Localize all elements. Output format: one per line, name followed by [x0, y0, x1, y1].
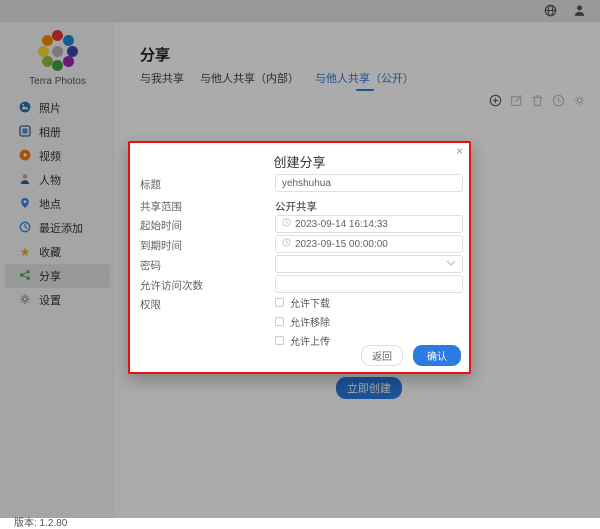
clock-icon — [282, 218, 291, 230]
expire-time-value: 2023-09-15 00:00:00 — [295, 239, 388, 250]
password-select[interactable] — [275, 255, 463, 273]
start-time-label: 起始时间 — [140, 218, 182, 233]
title-field-label: 标题 — [140, 177, 161, 192]
allow-download-label: 允许下载 — [290, 295, 330, 310]
expire-time-label: 到期时间 — [140, 238, 182, 253]
allow-upload-label: 允许上传 — [290, 333, 330, 348]
dialog-title: 创建分享 — [130, 152, 469, 171]
back-button[interactable]: 返回 — [361, 345, 403, 366]
create-share-dialog: × 创建分享 标题 共享范围 公开共享 起始时间 2023-09-14 16:1… — [128, 141, 471, 374]
close-icon[interactable]: × — [456, 144, 463, 158]
start-time-input[interactable]: 2023-09-14 16:14:33 — [275, 215, 463, 233]
allow-remove-checkbox[interactable] — [275, 317, 284, 326]
permission-row-upload: 允许上传 — [275, 333, 330, 348]
dialog-footer: 返回 确认 — [361, 345, 461, 366]
scope-field-label: 共享范围 — [140, 199, 182, 214]
start-time-value: 2023-09-14 16:14:33 — [295, 219, 388, 230]
title-input[interactable] — [275, 174, 463, 192]
app-window: Terra Photos 照片 — [0, 0, 600, 518]
password-field-label: 密码 — [140, 258, 161, 273]
permission-row-remove: 允许移除 — [275, 314, 330, 329]
scope-value: 公开共享 — [275, 199, 463, 214]
confirm-button[interactable]: 确认 — [413, 345, 461, 366]
clock-icon — [282, 238, 291, 250]
permission-row-download: 允许下载 — [275, 295, 330, 310]
allow-download-checkbox[interactable] — [275, 298, 284, 307]
chevron-down-icon — [446, 259, 456, 270]
expire-time-input[interactable]: 2023-09-15 00:00:00 — [275, 235, 463, 253]
visits-field-label: 允许访问次数 — [140, 278, 203, 293]
permissions-label: 权限 — [140, 297, 161, 312]
allow-remove-label: 允许移除 — [290, 314, 330, 329]
allow-upload-checkbox[interactable] — [275, 336, 284, 345]
visits-input[interactable] — [275, 275, 463, 293]
